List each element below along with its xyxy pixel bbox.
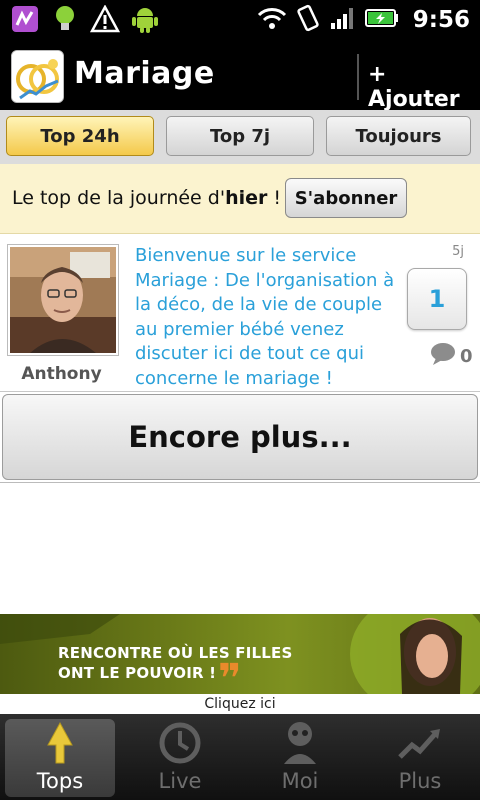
signal-icon bbox=[329, 5, 357, 35]
tab-toujours[interactable]: Toujours bbox=[326, 116, 471, 156]
nav-moi[interactable]: Moi bbox=[245, 719, 355, 797]
app-logo-icon bbox=[11, 50, 64, 103]
android-icon bbox=[130, 4, 160, 34]
nav-tops-label: Tops bbox=[36, 769, 84, 793]
nav-live[interactable]: Live bbox=[125, 719, 235, 797]
add-button[interactable]: + Ajouter bbox=[368, 62, 480, 112]
nav-plus-label: Plus bbox=[398, 769, 442, 793]
ad-headline-1: RENCONTRE OÙ LES FILLES bbox=[58, 644, 293, 662]
battery-icon bbox=[364, 8, 399, 32]
period-banner: Le top de la journée d'hier ! S'abonner bbox=[0, 164, 480, 234]
arrow-up-icon bbox=[45, 719, 75, 767]
nav-moi-label: Moi bbox=[281, 769, 319, 793]
vote-button[interactable]: 1 bbox=[407, 268, 467, 330]
nav-tops[interactable]: Tops bbox=[5, 719, 115, 797]
warning-icon bbox=[90, 4, 120, 34]
avatar[interactable] bbox=[7, 244, 119, 356]
lightbulb-icon bbox=[50, 4, 80, 34]
bottom-nav: Tops Live Moi Plus bbox=[0, 714, 480, 800]
post-age: 5j bbox=[452, 244, 464, 259]
divider bbox=[0, 482, 480, 483]
period-tabs: Top 24h Top 7j Toujours bbox=[0, 110, 480, 164]
list-item[interactable]: Anthony Bienvenue sur le service Mariage… bbox=[0, 234, 480, 392]
vibrate-icon bbox=[295, 4, 321, 36]
comments-count-value: 0 bbox=[460, 345, 473, 367]
comment-bubble-icon bbox=[430, 342, 456, 370]
ad-headline-2: ONT LE POUVOIR ! bbox=[58, 664, 217, 682]
trend-icon bbox=[396, 719, 444, 767]
app-bar-divider bbox=[357, 54, 359, 100]
nav-live-label: Live bbox=[158, 769, 202, 793]
app-title: Mariage bbox=[74, 56, 215, 91]
ad-cta-link[interactable]: Cliquez ici bbox=[0, 694, 480, 714]
status-bar: 9:56 bbox=[0, 0, 480, 40]
wifi-icon bbox=[257, 6, 287, 34]
app-notification-icon bbox=[10, 4, 40, 34]
tab-top-24h[interactable]: Top 24h bbox=[6, 116, 154, 156]
subscribe-button[interactable]: S'abonner bbox=[285, 178, 407, 218]
nav-plus[interactable]: Plus bbox=[365, 719, 475, 797]
quote-icon: ❞ bbox=[218, 656, 242, 694]
load-more-button[interactable]: Encore plus... bbox=[2, 394, 478, 480]
user-icon bbox=[280, 719, 320, 767]
comments-count[interactable]: 0 bbox=[430, 342, 473, 370]
app-bar: Mariage + Ajouter bbox=[0, 40, 480, 112]
post-text[interactable]: Bienvenue sur le service Mariage : De l'… bbox=[135, 244, 405, 391]
ad-banner[interactable]: RENCONTRE OÙ LES FILLES ONT LE POUVOIR !… bbox=[0, 614, 480, 694]
clock-icon bbox=[158, 719, 202, 767]
post-author: Anthony bbox=[21, 364, 102, 384]
tab-top-7j[interactable]: Top 7j bbox=[166, 116, 314, 156]
period-banner-text: Le top de la journée d'hier ! bbox=[12, 187, 282, 209]
status-clock: 9:56 bbox=[412, 7, 470, 33]
